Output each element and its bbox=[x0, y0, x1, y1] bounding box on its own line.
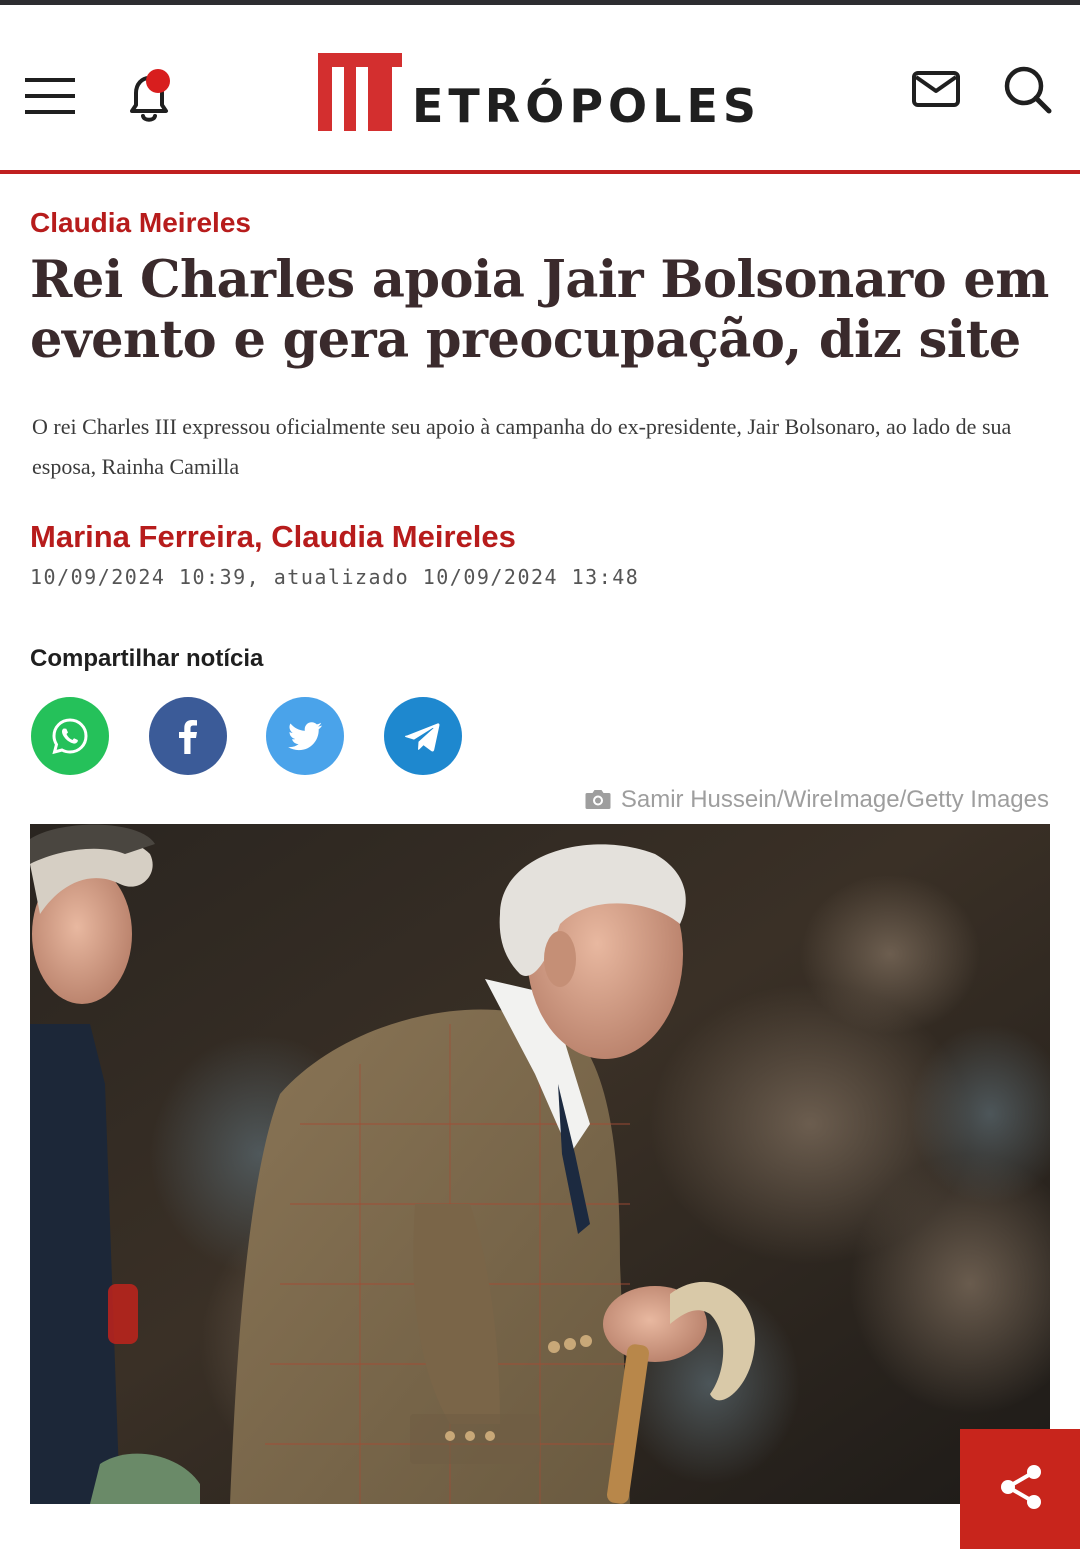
whatsapp-icon bbox=[52, 718, 88, 755]
article-dateline: 10/09/2024 10:39, atualizado 10/09/2024 … bbox=[30, 565, 640, 589]
article-authors[interactable]: Marina Ferreira, Claudia Meireles bbox=[30, 519, 516, 555]
share-whatsapp-button[interactable] bbox=[31, 697, 109, 775]
site-header: ETRÓPOLES bbox=[0, 5, 1080, 170]
article-lead: O rei Charles III expressou oficialmente… bbox=[32, 414, 1012, 479]
search-icon bbox=[1004, 66, 1052, 114]
share-telegram-button[interactable] bbox=[384, 697, 462, 775]
facebook-icon bbox=[179, 720, 197, 754]
article-headline: Rei Charles apoia Jair Bolsonaro em even… bbox=[30, 250, 1049, 370]
floating-share-button[interactable] bbox=[960, 1429, 1080, 1549]
twitter-icon bbox=[288, 722, 322, 751]
share-title: Compartilhar notícia bbox=[30, 645, 264, 672]
photo-credit: Samir Hussein/WireImage/Getty Images bbox=[585, 786, 1049, 814]
header-divider bbox=[0, 170, 1080, 174]
notification-badge bbox=[146, 69, 170, 93]
camera-icon bbox=[585, 790, 611, 809]
search-button[interactable] bbox=[1002, 65, 1052, 115]
share-twitter-button[interactable] bbox=[266, 697, 344, 775]
article-photo-image bbox=[30, 824, 1050, 1504]
photo-credit-text: Samir Hussein/WireImage/Getty Images bbox=[620, 786, 1049, 813]
mail-icon bbox=[912, 71, 960, 107]
site-logo[interactable]: ETRÓPOLES bbox=[318, 53, 768, 133]
telegram-icon bbox=[405, 723, 440, 752]
share-icon bbox=[1001, 1465, 1041, 1509]
newsletter-button[interactable] bbox=[911, 70, 961, 108]
share-facebook-button[interactable] bbox=[149, 697, 227, 775]
notifications-button[interactable] bbox=[122, 67, 176, 125]
logo-m-mark bbox=[318, 53, 402, 131]
menu-icon[interactable] bbox=[25, 78, 75, 116]
logo-wordmark: ETRÓPOLES bbox=[412, 79, 762, 133]
section-link[interactable]: Claudia Meireles bbox=[30, 207, 251, 239]
article-photo[interactable] bbox=[30, 824, 1050, 1504]
